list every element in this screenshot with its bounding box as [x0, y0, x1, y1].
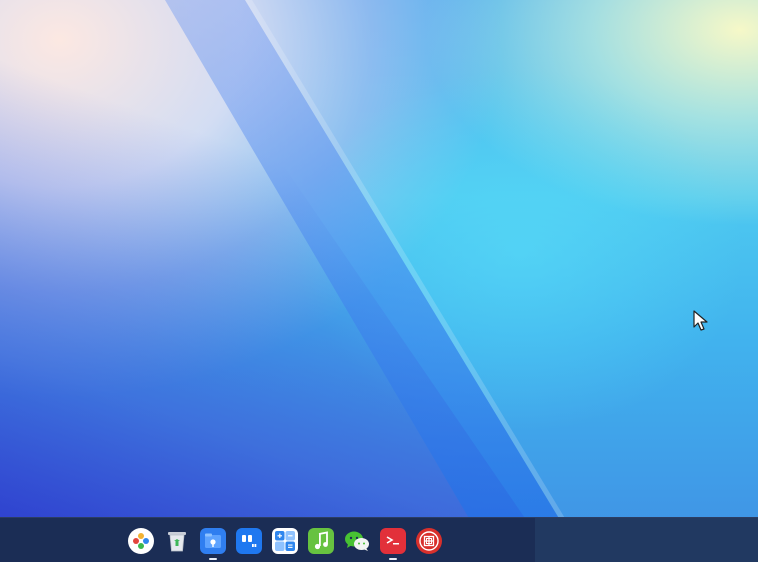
taskbar	[0, 517, 758, 562]
quote-app-icon	[242, 535, 257, 547]
music-button[interactable]	[308, 528, 334, 554]
file-manager-button[interactable]	[200, 528, 226, 554]
red-seal-app-button[interactable]	[416, 528, 442, 554]
mouse-pointer-icon	[693, 310, 708, 331]
red-seal-app-icon	[419, 531, 439, 551]
file-manager-icon	[205, 533, 221, 548]
quote-app-button[interactable]	[236, 528, 262, 554]
wechat-button[interactable]	[344, 528, 370, 554]
terminal-button[interactable]	[380, 528, 406, 554]
running-indicator-file-manager	[209, 558, 217, 560]
desktop[interactable]	[0, 0, 758, 562]
music-icon	[314, 531, 328, 550]
launcher-icon	[133, 533, 149, 549]
trash-button[interactable]	[164, 528, 190, 554]
calculator-icon	[275, 531, 295, 551]
trash-icon	[168, 532, 186, 552]
running-indicator-terminal	[389, 558, 397, 560]
wechat-icon	[345, 531, 369, 551]
system-tray-area	[535, 518, 758, 562]
calculator-button[interactable]	[272, 528, 298, 554]
launcher-button[interactable]	[128, 528, 154, 554]
terminal-icon	[386, 536, 399, 545]
